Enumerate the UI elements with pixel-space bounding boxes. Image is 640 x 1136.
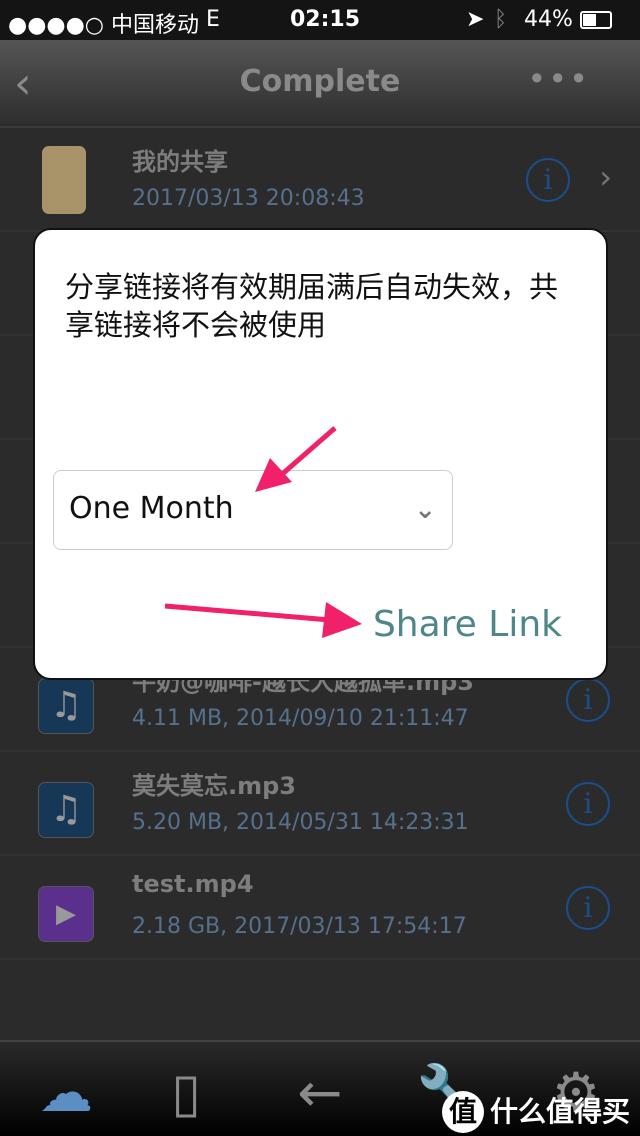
arrow-to-select [255, 426, 337, 492]
arrow-to-share [164, 602, 362, 638]
annotation-arrows [164, 426, 362, 638]
